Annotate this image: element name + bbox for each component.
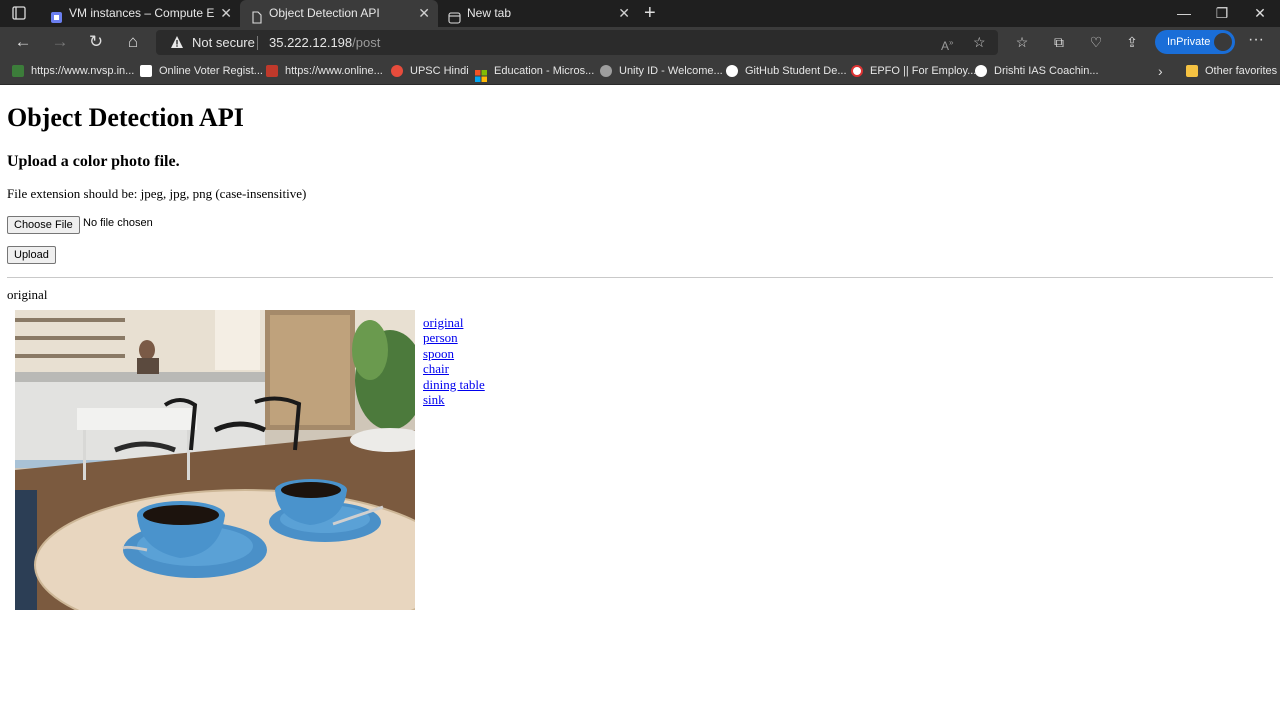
- bookmark-label: Drishti IAS Coachin...: [994, 65, 1099, 77]
- minimize-icon[interactable]: —: [1166, 0, 1202, 27]
- page-content: Object Detection API Upload a color phot…: [0, 86, 1280, 720]
- tab-new-tab[interactable]: New tab ✕: [438, 0, 638, 27]
- tab-actions-icon[interactable]: [8, 4, 30, 22]
- tab-label: New tab: [467, 6, 512, 20]
- restore-icon[interactable]: ❐: [1204, 0, 1240, 27]
- browser-essentials-icon[interactable]: ♡: [1086, 32, 1106, 52]
- bookmark-label: UPSC Hindi: [410, 65, 469, 77]
- bookmark-label: Online Voter Regist...: [159, 65, 263, 77]
- detection-links: original person spoon chair dining table…: [423, 315, 485, 407]
- link-person[interactable]: person: [423, 330, 485, 345]
- folder-icon: [1186, 65, 1198, 77]
- link-sink[interactable]: sink: [423, 392, 485, 407]
- link-chair[interactable]: chair: [423, 361, 485, 376]
- favorites-icon[interactable]: ☆: [1012, 32, 1032, 52]
- tab-object-detection[interactable]: Object Detection API ✕: [240, 0, 438, 27]
- tab-strip: VM instances – Compute Engine ✕ Object D…: [0, 0, 1280, 27]
- warning-icon[interactable]: [170, 35, 184, 54]
- page-icon: [250, 7, 263, 24]
- github-logo-icon: [726, 65, 738, 77]
- favorites-bar: https://www.nvsp.in... Online Voter Regi…: [0, 57, 1280, 85]
- browser-toolbar: ← → ↻ ⌂ Not secure 35.222.12.198/post A»…: [0, 27, 1280, 57]
- bookmark-label: https://www.online...: [285, 65, 383, 77]
- other-favorites-label: Other favorites: [1205, 65, 1278, 77]
- address-divider: [257, 36, 258, 50]
- close-tab-icon[interactable]: ✕: [618, 0, 630, 27]
- bookmark-favicon-icon: [391, 65, 403, 77]
- chevron-right-icon[interactable]: ›: [1158, 57, 1163, 85]
- tab-label: Object Detection API: [269, 6, 380, 20]
- microsoft-logo-icon: [475, 65, 487, 82]
- bookmark-label: Education - Micros...: [494, 65, 595, 77]
- collections-icon[interactable]: ⧉: [1049, 32, 1069, 52]
- forward-icon[interactable]: →: [49, 31, 71, 53]
- add-favorite-icon[interactable]: ☆: [973, 30, 986, 55]
- bookmark-favicon-icon: [12, 65, 24, 77]
- refresh-icon[interactable]: ↻: [85, 31, 107, 53]
- link-spoon[interactable]: spoon: [423, 346, 485, 361]
- bookmark-label: Unity ID - Welcome...: [619, 65, 723, 77]
- url-host: 35.222.12.198: [269, 35, 353, 50]
- upload-button[interactable]: Upload: [7, 246, 56, 264]
- bookmark-label: GitHub Student De...: [745, 65, 847, 77]
- url-path: /post: [352, 35, 381, 50]
- new-tab-plus-icon[interactable]: +: [644, 2, 656, 24]
- epfo-logo-icon: [851, 65, 863, 77]
- close-tab-icon[interactable]: ✕: [418, 0, 430, 27]
- security-label[interactable]: Not secure: [192, 30, 255, 55]
- tab-label: VM instances – Compute Engine: [69, 6, 215, 20]
- back-icon[interactable]: ←: [12, 31, 34, 53]
- compute-engine-icon: [50, 7, 63, 23]
- bookmark-label: EPFO || For Employ...: [870, 65, 977, 77]
- close-tab-icon[interactable]: ✕: [220, 0, 232, 27]
- more-options-icon[interactable]: ···: [1248, 31, 1264, 49]
- home-icon[interactable]: ⌂: [122, 31, 144, 53]
- inprivate-badge[interactable]: InPrivate: [1155, 30, 1235, 54]
- drishti-logo-icon: [975, 65, 987, 77]
- read-aloud-icon[interactable]: A»: [941, 30, 953, 59]
- result-image: [15, 310, 415, 610]
- choose-file-button[interactable]: Choose File: [7, 216, 80, 234]
- unity-logo-icon: [600, 65, 612, 77]
- link-original[interactable]: original: [423, 315, 485, 330]
- current-view-label: original: [7, 287, 48, 302]
- share-icon[interactable]: ⇪: [1122, 32, 1142, 52]
- bookmark-favicon-icon: [140, 65, 152, 77]
- bookmark-label: https://www.nvsp.in...: [31, 65, 135, 77]
- profile-avatar-icon: [1214, 33, 1232, 51]
- url-text[interactable]: 35.222.12.198/post: [269, 30, 380, 55]
- file-input[interactable]: Choose File No file chosen: [7, 215, 153, 234]
- divider: [7, 277, 1273, 278]
- extension-note: File extension should be: jpeg, jpg, png…: [7, 186, 307, 201]
- address-bar[interactable]: Not secure 35.222.12.198/post A» ☆: [156, 30, 998, 55]
- page-subtitle: Upload a color photo file.: [7, 153, 180, 170]
- new-tab-page-icon: [448, 7, 461, 24]
- tab-vm-instances[interactable]: VM instances – Compute Engine ✕: [40, 0, 240, 27]
- close-window-icon[interactable]: ✕: [1242, 0, 1278, 27]
- bookmark-favicon-icon: [266, 65, 278, 77]
- page-title: Object Detection API: [7, 103, 244, 132]
- no-file-text: No file chosen: [83, 217, 153, 229]
- inprivate-label: InPrivate: [1167, 36, 1211, 48]
- link-dining-table[interactable]: dining table: [423, 377, 485, 392]
